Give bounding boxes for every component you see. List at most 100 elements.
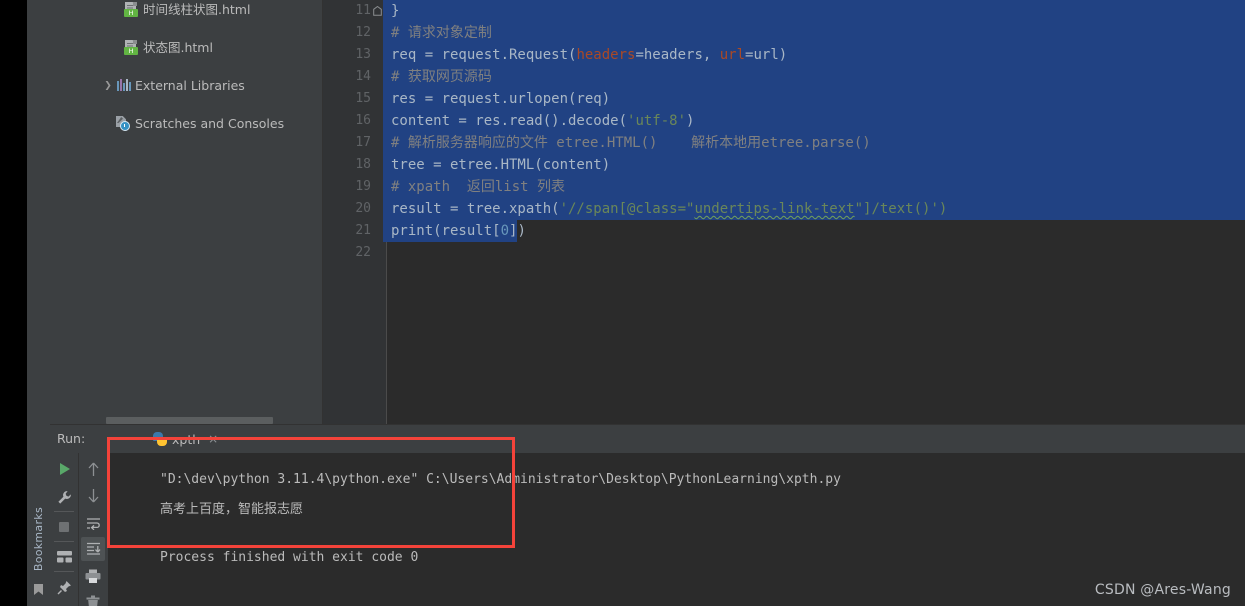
code-token: # xpath 返回list 列表 — [391, 179, 566, 195]
code-token: tree = etree.HTML(content) — [391, 157, 611, 173]
code-token: =url) — [745, 47, 788, 63]
gutter-selection-mark — [383, 0, 387, 22]
code-token: undertips-link-text — [694, 201, 855, 217]
close-icon[interactable]: × — [208, 433, 218, 445]
scroll-up-button[interactable] — [81, 457, 105, 481]
console-output-line: 高考上百度，智能报志愿 — [160, 502, 304, 517]
html-file-icon: H — [124, 2, 139, 17]
code-token: =headers, — [635, 47, 720, 63]
tree-item[interactable]: ❯ External Libraries — [50, 76, 322, 95]
code-token: res = request.urlopen(req) — [391, 91, 611, 107]
line-number: 21 — [355, 223, 371, 238]
soft-wrap-button[interactable] — [81, 511, 105, 535]
scroll-to-end-button[interactable] — [81, 537, 105, 561]
code-line[interactable]: tree = etree.HTML(content) — [389, 154, 610, 176]
gutter-selection-mark — [383, 132, 387, 154]
line-number: 19 — [355, 179, 371, 194]
code-editor[interactable]: 11} 12 # 请求对象定制 13 req = request.Request(hea… — [323, 0, 1245, 424]
bookmarks-label: Bookmarks — [32, 506, 45, 572]
gutter-selection-mark — [383, 110, 387, 132]
code-line[interactable]: } — [389, 0, 399, 22]
code-line[interactable]: content = res.read().decode('utf-8') — [389, 110, 694, 132]
code-token: # 获取网页源码 — [391, 69, 492, 85]
code-fold-icon[interactable] — [373, 6, 382, 16]
code-token: result = tree.xpath( — [391, 201, 560, 217]
code-token: headers — [576, 47, 636, 63]
code-token: content = res.read().decode( — [391, 113, 628, 129]
line-number: 14 — [355, 69, 371, 84]
stop-button[interactable] — [52, 515, 76, 539]
watermark-text: CSDN @Ares-Wang — [1094, 582, 1231, 598]
tree-item[interactable]: Scratches and Consoles — [50, 114, 322, 133]
scratches-icon — [116, 116, 132, 131]
gutter-selection-mark — [383, 176, 387, 198]
line-number: 12 — [355, 25, 371, 40]
gutter-selection-mark — [383, 198, 387, 220]
project-hscrollbar[interactable] — [106, 417, 273, 424]
run-console[interactable]: "D:\dev\python 3.11.4\python.exe" C:\Use… — [108, 453, 1245, 606]
tree-item-label: External Libraries — [135, 78, 245, 93]
selection-highlight — [387, 0, 1245, 22]
run-toolbar-primary[interactable] — [50, 453, 79, 606]
line-number: 17 — [355, 135, 371, 150]
code-token: ) — [686, 113, 695, 129]
gutter-selection-mark — [383, 66, 387, 88]
code-line[interactable]: # 解析服务器响应的文件 etree.HTML() 解析本地用etree.par… — [389, 132, 871, 154]
line-number: 15 — [355, 91, 371, 106]
trash-icon[interactable] — [81, 590, 105, 606]
tree-item-label: 时间线柱状图.html — [143, 2, 251, 17]
left-blank-strip — [0, 0, 27, 606]
project-tool-window[interactable]: H 时间线柱状图.html H 状态图.html ❯ External Libraries… — [50, 0, 323, 424]
gutter-selection-mark — [383, 154, 387, 176]
code-token: '//span[@class=" — [559, 201, 695, 217]
code-line[interactable]: # 获取网页源码 — [389, 66, 492, 88]
pycharm-window: Bookmarks H 时间线柱状图.html H 状态图.html ❯ External… — [0, 0, 1245, 606]
selection-highlight — [387, 66, 1245, 88]
tree-item-label: 状态图.html — [143, 40, 213, 55]
code-token: } — [391, 3, 400, 19]
code-line[interactable]: result = tree.xpath('//span[@class="unde… — [389, 198, 947, 220]
run-title-label: Run: — [57, 431, 86, 446]
gutter-selection-mark — [383, 44, 387, 66]
tree-item[interactable]: H 时间线柱状图.html — [50, 0, 322, 19]
run-button[interactable] — [52, 457, 76, 481]
code-line[interactable] — [389, 242, 391, 264]
code-line[interactable]: req = request.Request(headers=headers, u… — [389, 44, 787, 66]
run-tab-label: xpth — [172, 431, 201, 447]
toolbar-separator-2 — [54, 541, 74, 542]
run-tab-xpth[interactable]: xpth × — [145, 425, 225, 455]
code-token: result[ — [441, 223, 501, 239]
run-tool-window[interactable]: Run: xpth × "D:\dev\python 3.11.4\python… — [50, 424, 1245, 606]
pin-button[interactable] — [52, 575, 76, 599]
settings-button[interactable] — [52, 485, 76, 509]
code-line[interactable]: # 请求对象定制 — [389, 22, 492, 44]
line-number: 18 — [355, 157, 371, 172]
code-token: # 请求对象定制 — [391, 25, 492, 41]
line-number: 13 — [355, 47, 371, 62]
tree-item[interactable]: H 状态图.html — [50, 38, 322, 57]
code-token: "]/text()') — [854, 201, 948, 217]
code-token: ]) — [509, 223, 526, 239]
code-line[interactable]: res = request.urlopen(req) — [389, 88, 610, 110]
toolbar-separator — [54, 511, 74, 512]
console-command-line: "D:\dev\python 3.11.4\python.exe" C:\Use… — [160, 472, 841, 487]
tree-item-label: Scratches and Consoles — [135, 116, 285, 131]
printer-icon[interactable] — [81, 564, 105, 588]
code-token: req = request.Request( — [391, 47, 577, 63]
chevron-right-icon[interactable]: ❯ — [102, 76, 114, 95]
bookmark-flag-icon — [33, 583, 44, 596]
line-number: 11 — [355, 3, 371, 18]
scroll-down-button[interactable] — [81, 483, 105, 507]
project-tree[interactable]: H 时间线柱状图.html H 状态图.html ❯ External Libraries… — [50, 0, 322, 131]
code-line[interactable]: # xpath 返回list 列表 — [389, 176, 565, 198]
run-window-header: Run: xpth × — [50, 425, 1245, 455]
code-token: 'utf-8' — [627, 113, 687, 129]
console-exit-line: Process finished with exit code 0 — [160, 550, 419, 565]
code-token: 0 — [500, 223, 510, 239]
toolbar-separator-3 — [54, 571, 74, 572]
code-token: print( — [391, 223, 442, 239]
code-line[interactable]: print(result[0]) — [389, 220, 526, 242]
bookmarks-tool-button[interactable]: Bookmarks — [27, 496, 50, 582]
layout-button[interactable] — [52, 545, 76, 569]
run-toolbar-secondary[interactable] — [79, 453, 107, 606]
